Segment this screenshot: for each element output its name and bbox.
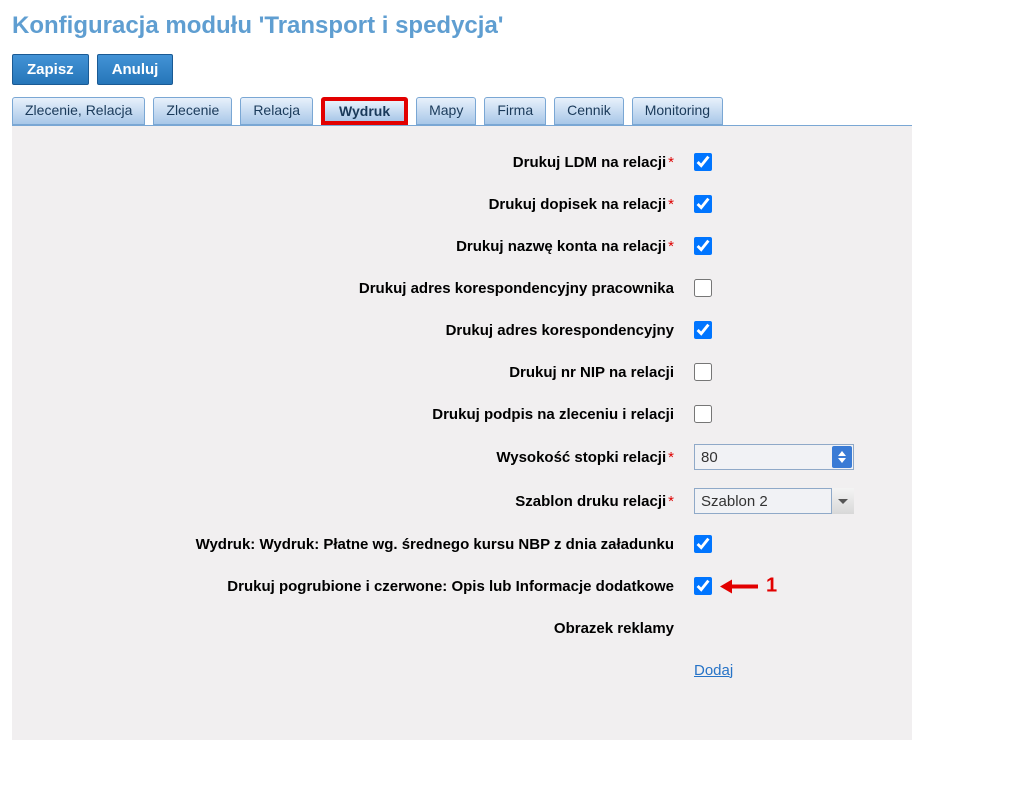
checkbox-pogrubione-czerwone[interactable] — [694, 577, 712, 595]
required-marker: * — [668, 196, 674, 213]
tab-bar: Zlecenie, Relacja Zlecenie Relacja Wydru… — [12, 97, 1012, 125]
form-row: Obrazek reklamy — [42, 616, 882, 640]
field-label: Drukuj nr NIP na relacji — [42, 364, 682, 381]
form-row: Drukuj dopisek na relacji* — [42, 192, 882, 216]
checkbox-nip[interactable] — [694, 363, 712, 381]
action-buttons: Zapisz Anuluj — [12, 54, 1012, 85]
field-label: Drukuj adres korespondencyjny pracownika — [42, 280, 682, 297]
field-label: Obrazek reklamy — [42, 620, 682, 637]
arrow-left-icon — [720, 579, 732, 593]
field-label: Wysokość stopki relacji* — [42, 449, 682, 466]
cancel-button[interactable]: Anuluj — [97, 54, 174, 85]
tab-zlecenie-relacja[interactable]: Zlecenie, Relacja — [12, 97, 145, 125]
required-marker: * — [668, 238, 674, 255]
checkbox-adres-koresp[interactable] — [694, 321, 712, 339]
form-row: Wydruk: Wydruk: Płatne wg. średnego kurs… — [42, 532, 882, 556]
required-marker: * — [668, 493, 674, 510]
field-label: Drukuj podpis na zleceniu i relacji — [42, 406, 682, 423]
select-szablon-druku[interactable] — [694, 488, 854, 514]
page-title: Konfiguracja modułu 'Transport i spedycj… — [12, 12, 1012, 40]
checkbox-podpis[interactable] — [694, 405, 712, 423]
tab-zlecenie[interactable]: Zlecenie — [153, 97, 232, 125]
checkbox-platne-nbp[interactable] — [694, 535, 712, 553]
field-label: Drukuj dopisek na relacji* — [42, 196, 682, 213]
checkbox-drukuj-ldm[interactable] — [694, 153, 712, 171]
spinner-icon[interactable] — [832, 446, 852, 468]
field-label: Drukuj nazwę konta na relacji* — [42, 238, 682, 255]
input-wysokosc-stopki[interactable] — [694, 444, 854, 470]
chevron-down-icon — [838, 458, 846, 463]
save-button[interactable]: Zapisz — [12, 54, 89, 85]
form-row: Drukuj adres korespondencyjny pracownika — [42, 276, 882, 300]
tab-mapy[interactable]: Mapy — [416, 97, 476, 125]
tab-relacja[interactable]: Relacja — [240, 97, 313, 125]
field-label: Drukuj pogrubione i czerwone: Opis lub I… — [42, 578, 682, 595]
dropdown-arrow-icon[interactable] — [831, 488, 854, 514]
annotation-number: 1 — [766, 575, 777, 598]
tab-monitoring[interactable]: Monitoring — [632, 97, 723, 125]
form-row: Wysokość stopki relacji* — [42, 444, 882, 470]
required-marker: * — [668, 449, 674, 466]
field-label: Drukuj adres korespondencyjny — [42, 322, 682, 339]
add-link[interactable]: Dodaj — [694, 662, 733, 679]
form-row: Drukuj nazwę konta na relacji* — [42, 234, 882, 258]
checkbox-drukuj-dopisek[interactable] — [694, 195, 712, 213]
checkbox-drukuj-nazwe-konta[interactable] — [694, 237, 712, 255]
annotation-arrow: 1 — [720, 575, 777, 598]
arrow-shaft — [732, 584, 758, 588]
field-label: Szablon druku relacji* — [42, 493, 682, 510]
tab-firma[interactable]: Firma — [484, 97, 546, 125]
checkbox-adres-pracownika[interactable] — [694, 279, 712, 297]
form-row: Szablon druku relacji* — [42, 488, 882, 514]
tab-cennik[interactable]: Cennik — [554, 97, 624, 125]
chevron-down-icon — [838, 499, 848, 504]
required-marker: * — [668, 154, 674, 171]
field-label: Drukuj LDM na relacji* — [42, 154, 682, 171]
chevron-up-icon — [838, 451, 846, 456]
field-label: Wydruk: Wydruk: Płatne wg. średnego kurs… — [42, 536, 682, 553]
form-row: Drukuj podpis na zleceniu i relacji — [42, 402, 882, 426]
form-row: Drukuj pogrubione i czerwone: Opis lub I… — [42, 574, 882, 598]
form-panel: Drukuj LDM na relacji* Drukuj dopisek na… — [12, 125, 912, 740]
form-row: Drukuj LDM na relacji* — [42, 150, 882, 174]
form-row: Drukuj adres korespondencyjny — [42, 318, 882, 342]
tab-wydruk[interactable]: Wydruk — [321, 97, 408, 125]
form-row: Drukuj nr NIP na relacji — [42, 360, 882, 384]
form-row: Dodaj — [42, 658, 882, 682]
